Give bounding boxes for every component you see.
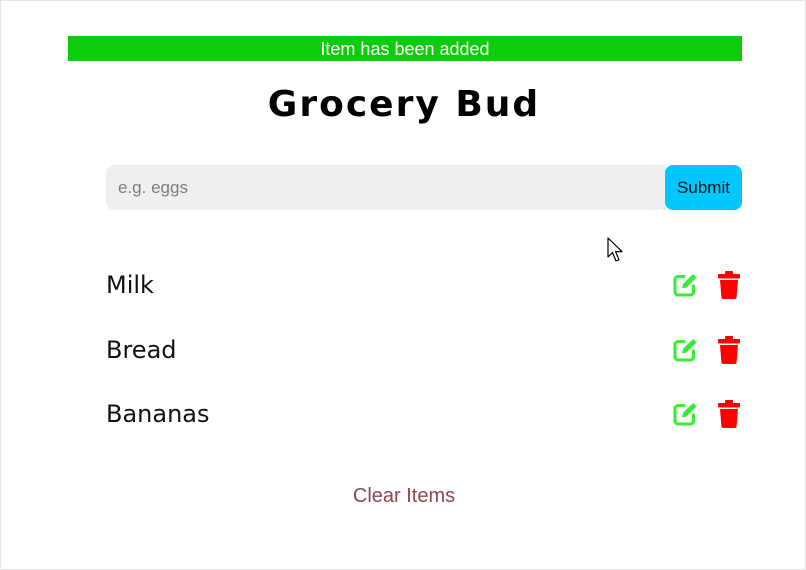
trash-icon — [718, 400, 740, 429]
grocery-form: Submit — [106, 165, 742, 210]
item-name: Bread — [106, 335, 177, 364]
edit-icon — [673, 338, 697, 362]
edit-button[interactable] — [672, 400, 698, 428]
item-name: Bananas — [106, 400, 210, 429]
alert-text: Item has been added — [320, 39, 490, 59]
delete-button[interactable] — [716, 400, 742, 429]
clear-items-button[interactable]: Clear Items — [1, 485, 806, 508]
edit-icon — [673, 403, 697, 426]
delete-button[interactable] — [716, 271, 742, 300]
item-name: Milk — [106, 271, 154, 300]
edit-button[interactable] — [672, 271, 698, 299]
trash-icon — [718, 271, 740, 300]
delete-button[interactable] — [716, 335, 742, 364]
grocery-list: Milk Bread Bananas — [106, 253, 742, 447]
page-title: Grocery Bud — [267, 84, 541, 125]
list-item: Milk — [106, 253, 742, 318]
edit-icon — [673, 274, 697, 297]
submit-button[interactable]: Submit — [665, 165, 742, 210]
app-window: Item has been added Grocery Bud Submit M… — [0, 0, 806, 570]
edit-button[interactable] — [672, 336, 698, 364]
list-item: Bread — [106, 318, 742, 383]
list-item: Bananas — [106, 382, 742, 447]
trash-icon — [718, 335, 740, 364]
item-actions — [672, 271, 742, 300]
item-actions — [672, 335, 742, 364]
item-actions — [672, 400, 742, 429]
grocery-input[interactable] — [106, 165, 666, 210]
success-alert: Item has been added — [68, 36, 742, 61]
